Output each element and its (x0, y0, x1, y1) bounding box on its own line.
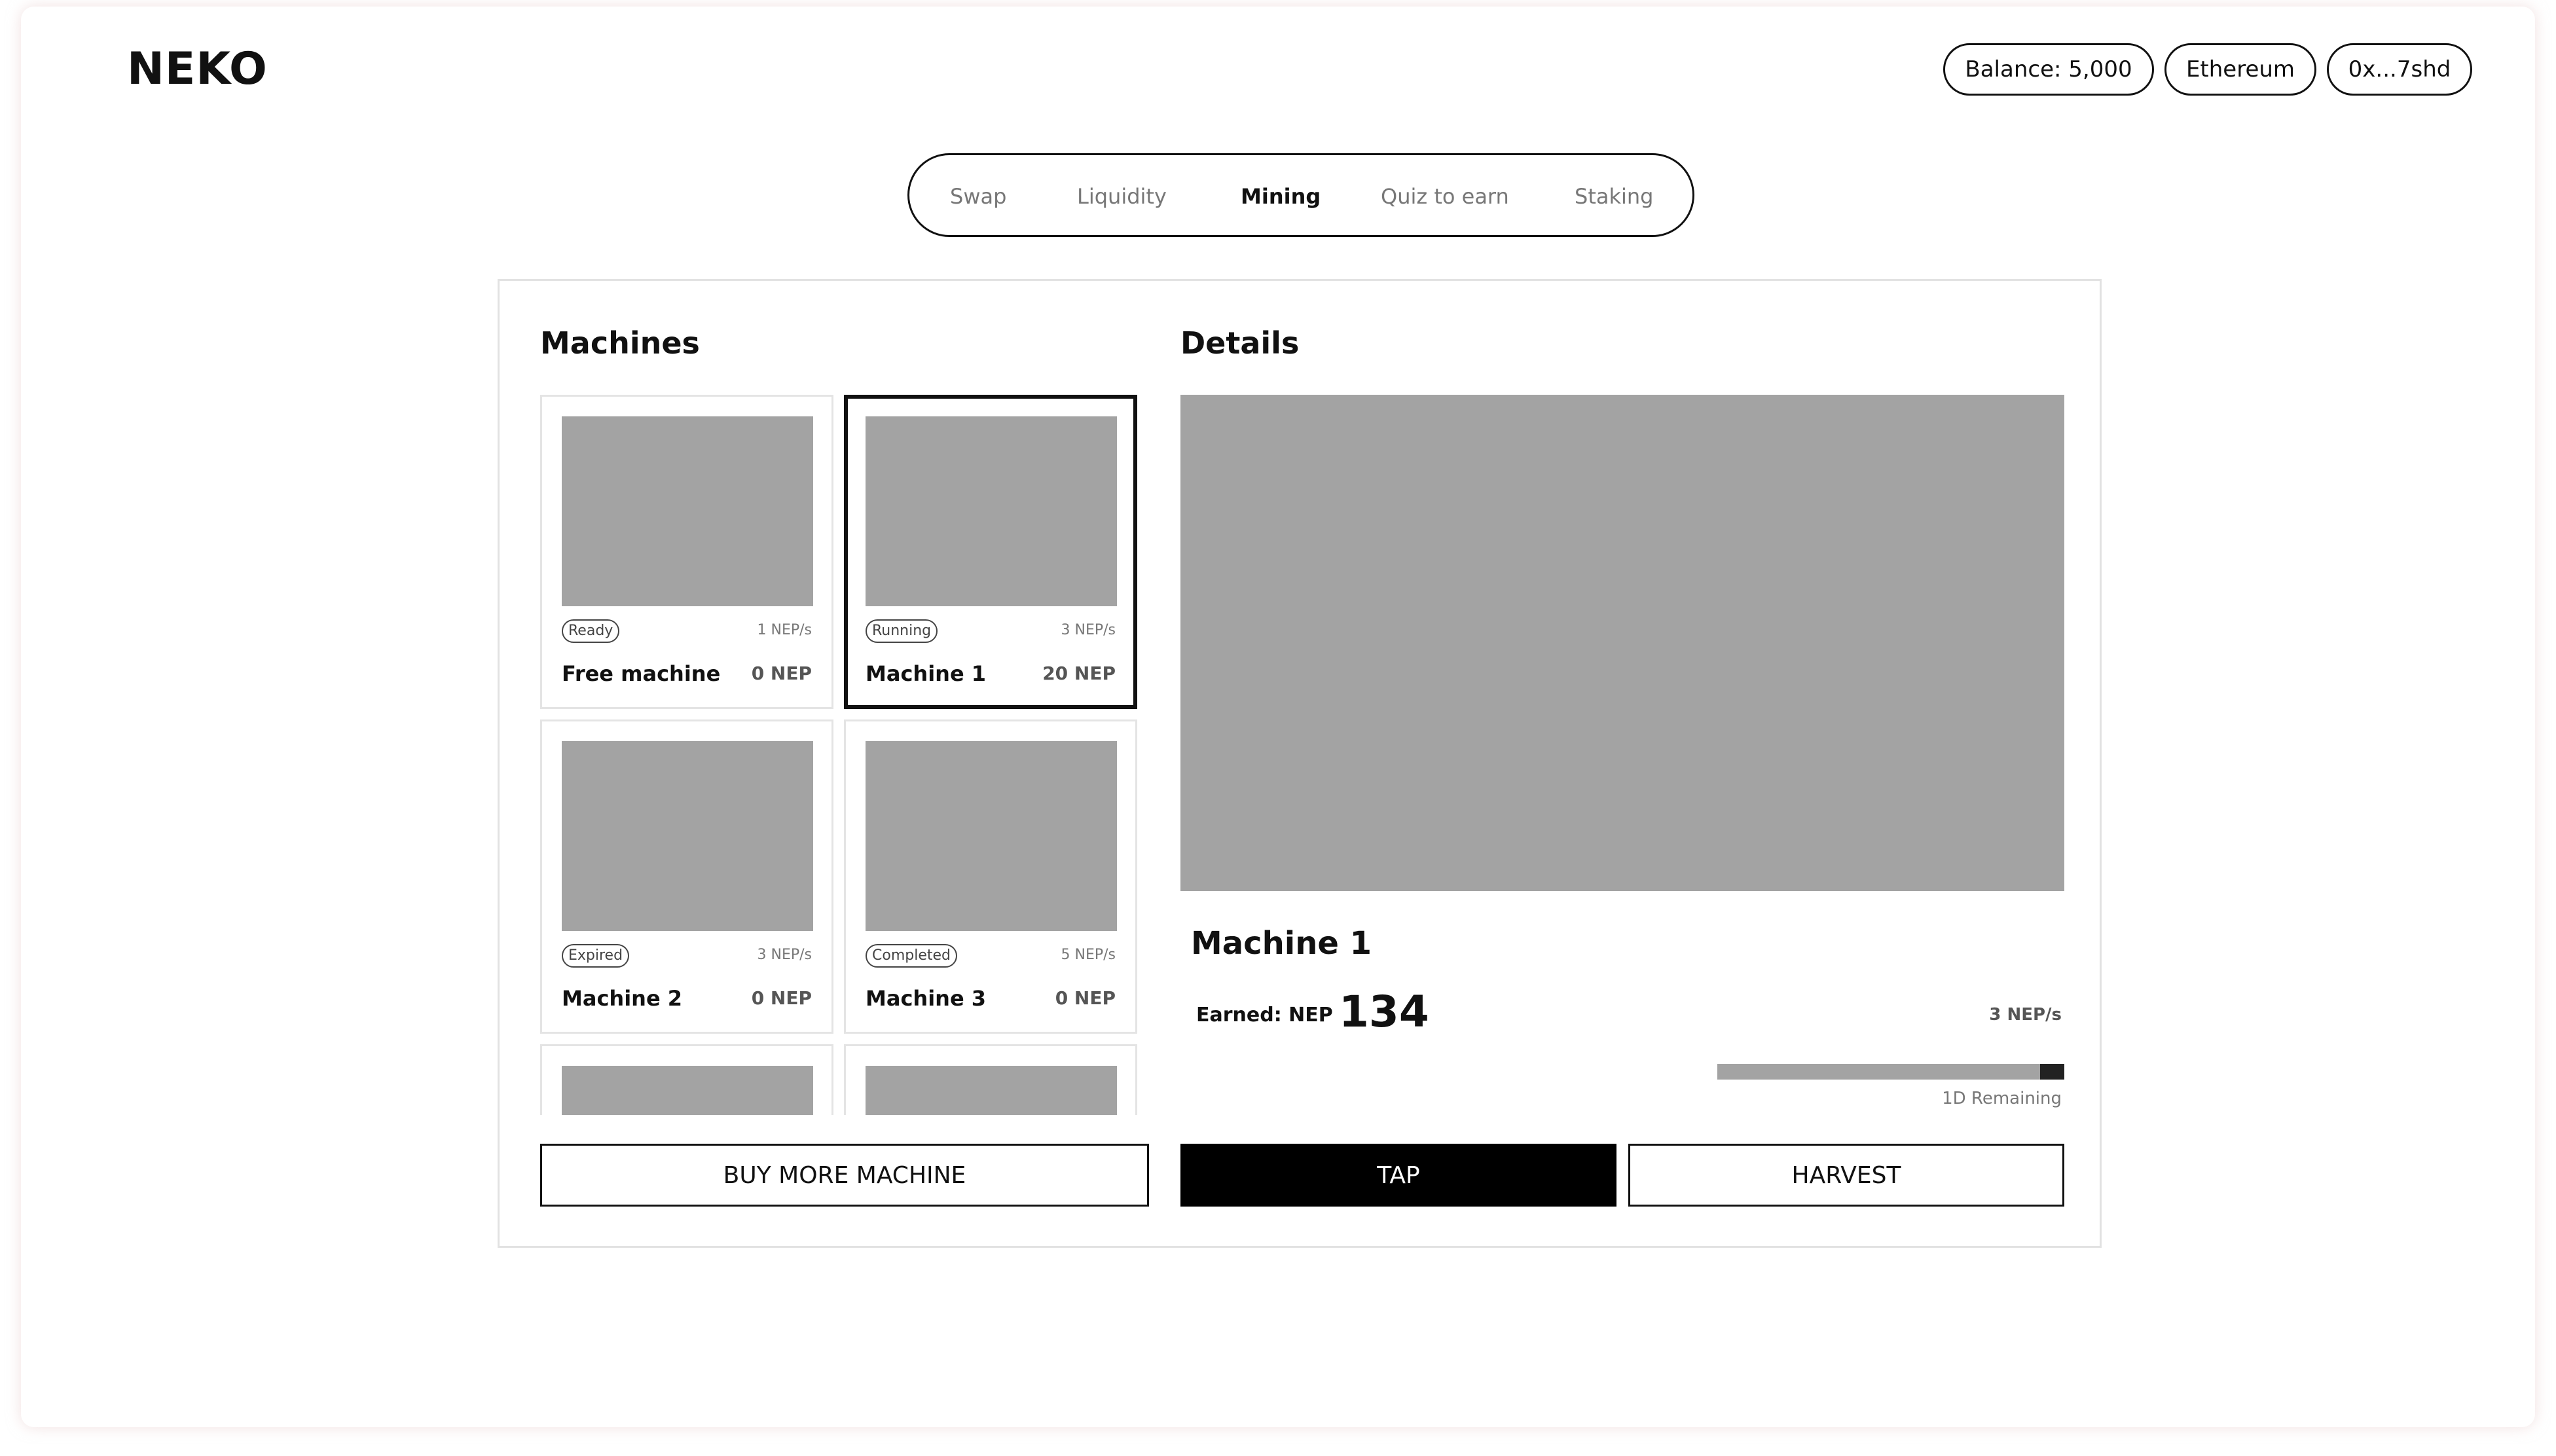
machine-earned: 0 NEP (1055, 987, 1116, 1009)
nav-tab-quiz-to-earn[interactable]: Quiz to earn (1381, 184, 1509, 209)
nav-tab-staking[interactable]: Staking (1575, 184, 1653, 209)
harvest-button[interactable]: HARVEST (1628, 1144, 2064, 1207)
status-badge: Running (866, 619, 938, 643)
buy-more-machine-button[interactable]: BUY MORE MACHINE (540, 1144, 1149, 1207)
nav-tab-liquidity[interactable]: Liquidity (1077, 184, 1167, 209)
machine-card[interactable]: Completed 5 NEP/s Machine 3 0 NEP (844, 719, 1137, 1034)
earned-label: Earned: NEP (1196, 1004, 1333, 1027)
machine-rate: 5 NEP/s (1061, 947, 1116, 963)
app-window: NEKO Balance: 5,000 Ethereum 0x...7shd S… (21, 7, 2535, 1427)
machine-thumbnail (866, 741, 1117, 931)
machine-detail-image (1180, 395, 2064, 891)
machine-card-partial[interactable] (844, 1044, 1137, 1115)
machine-thumbnail (866, 416, 1117, 606)
remaining-progress-bar (1717, 1064, 2064, 1080)
status-badge: Completed (866, 944, 957, 968)
main-nav: Swap Liquidity Mining Quiz to earn Staki… (907, 153, 1694, 237)
machine-list[interactable]: Ready 1 NEP/s Free machine 0 NEP Running… (540, 395, 1140, 1115)
logo[interactable]: NEKO (127, 45, 268, 94)
machine-card-selected[interactable]: Running 3 NEP/s Machine 1 20 NEP (844, 395, 1137, 709)
machine-name: Free machine (562, 661, 721, 686)
earned-value: 134 (1339, 987, 1429, 1037)
wallet-button[interactable]: 0x...7shd (2327, 43, 2472, 96)
machine-name: Machine 2 (562, 986, 683, 1011)
status-badge: Ready (562, 619, 620, 643)
machine-rate: 1 NEP/s (757, 622, 812, 638)
nav-tab-swap[interactable]: Swap (950, 184, 1006, 209)
machine-rate: 3 NEP/s (757, 947, 812, 963)
details-title: Details (1180, 325, 1300, 361)
detail-rate: 3 NEP/s (1989, 1005, 2062, 1025)
machine-earned: 20 NEP (1042, 663, 1116, 684)
mining-panel: Machines Details Ready 1 NEP/s Free mach… (498, 279, 2102, 1248)
machine-earned: 0 NEP (751, 663, 812, 684)
progress-fill (2039, 1064, 2064, 1080)
machine-thumbnail (562, 416, 813, 606)
machine-name: Machine 1 (866, 661, 987, 686)
machine-earned: 0 NEP (751, 987, 812, 1009)
machines-title: Machines (540, 325, 700, 361)
machine-card-partial[interactable] (540, 1044, 833, 1115)
status-badge: Expired (562, 944, 630, 968)
tap-button[interactable]: TAP (1180, 1144, 1616, 1207)
machine-card[interactable]: Ready 1 NEP/s Free machine 0 NEP (540, 395, 833, 709)
machine-name: Machine 3 (866, 986, 987, 1011)
machine-card[interactable]: Expired 3 NEP/s Machine 2 0 NEP (540, 719, 833, 1034)
machine-thumbnail (562, 1066, 813, 1115)
balance-pill[interactable]: Balance: 5,000 (1943, 43, 2154, 96)
machine-rate: 3 NEP/s (1061, 622, 1116, 638)
machine-thumbnail (866, 1066, 1117, 1115)
nav-tab-mining[interactable]: Mining (1241, 184, 1321, 209)
network-selector[interactable]: Ethereum (2164, 43, 2316, 96)
remaining-time: 1D Remaining (1942, 1089, 2062, 1108)
machine-thumbnail (562, 741, 813, 931)
detail-machine-name: Machine 1 (1191, 925, 1372, 962)
